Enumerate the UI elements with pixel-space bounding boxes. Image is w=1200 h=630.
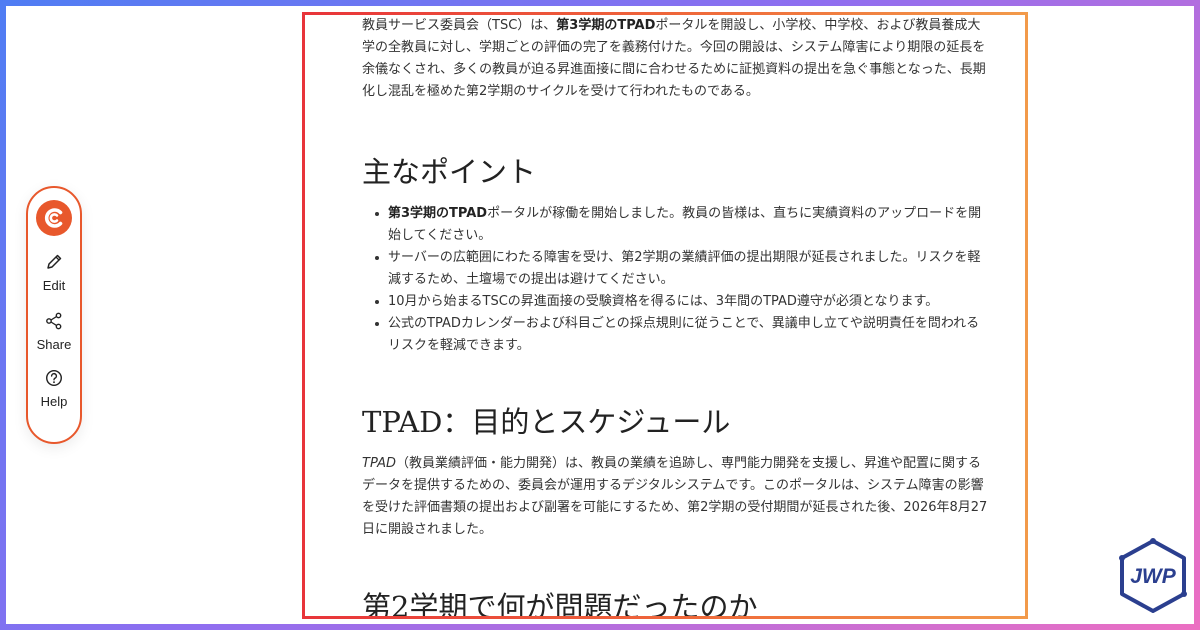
article-frame: 教員サービス委員会（TSC）は、第3学期のTPADポータルを開設し、小学校、中学… bbox=[302, 12, 1028, 619]
list-item: 第3学期のTPADポータルが稼働を開始しました。教員の皆様は、直ちに実績資料のア… bbox=[362, 203, 990, 247]
key-points-list: 第3学期のTPADポータルが稼働を開始しました。教員の皆様は、直ちに実績資料のア… bbox=[362, 203, 990, 357]
share-button[interactable]: Share bbox=[36, 311, 72, 352]
heading-term2-issue: 第2学期で何が問題だったのか bbox=[362, 590, 758, 619]
pencil-icon bbox=[47, 254, 62, 269]
list-item: 10月から始まるTSCの昇進面接の受験資格を得るには、3年間のTPAD遵守が必須… bbox=[362, 291, 990, 313]
share-label: Share bbox=[36, 337, 72, 352]
question-circle-icon bbox=[45, 369, 63, 387]
heading-tpad: TPAD：目的とスケジュール bbox=[362, 405, 731, 439]
help-button[interactable]: Help bbox=[40, 368, 68, 409]
intro-bold: 第3学期のTPAD bbox=[556, 18, 656, 33]
edit-button[interactable]: Edit bbox=[43, 252, 65, 293]
tpad-italic: TPAD bbox=[362, 456, 397, 471]
floating-toolbar: Edit Share Help bbox=[26, 186, 82, 444]
share-icon bbox=[46, 312, 62, 330]
intro-text-1: 教員サービス委員会（TSC）は、 bbox=[362, 18, 557, 33]
jwp-badge-logo: JWP bbox=[1119, 538, 1187, 613]
list-item: 公式のTPADカレンダーおよび科目ごとの採点規則に従うことで、異議申し立てや説明… bbox=[362, 313, 990, 357]
heading-key-points: 主なポイント bbox=[362, 155, 537, 189]
intro-paragraph: 教員サービス委員会（TSC）は、第3学期のTPADポータルを開設し、小学校、中学… bbox=[362, 15, 990, 103]
tpad-paragraph: TPAD（教員業績評価・能力開発）は、教員の業績を追跡し、専門能力開発を支援し、… bbox=[362, 453, 990, 541]
bullet-1-bold: 第3学期のTPAD bbox=[388, 206, 488, 221]
brand-logo-icon[interactable] bbox=[36, 200, 72, 236]
list-item: サーバーの広範囲にわたる障害を受け、第2学期の業績評価の提出期限が延長されました… bbox=[362, 247, 990, 291]
help-label: Help bbox=[40, 394, 68, 409]
badge-text: JWP bbox=[1130, 565, 1177, 588]
edit-label: Edit bbox=[42, 278, 66, 293]
tpad-text: （教員業績評価・能力開発）は、教員の業績を追跡し、専門能力開発を支援し、昇進や配… bbox=[362, 456, 988, 537]
